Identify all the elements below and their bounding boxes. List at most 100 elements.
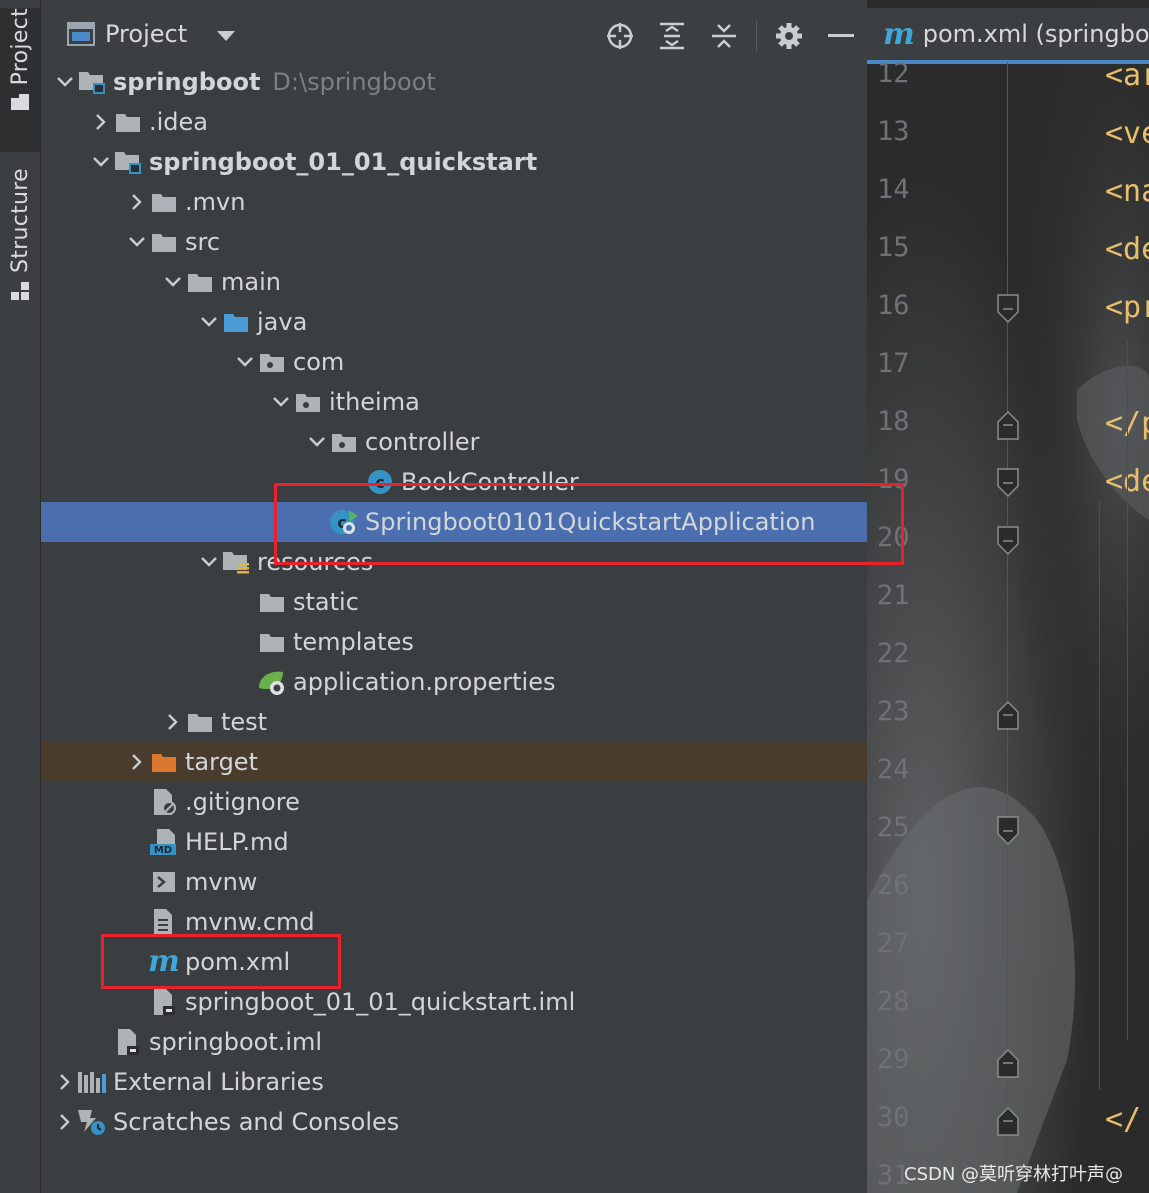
fold-open-icon[interactable] xyxy=(997,816,1019,846)
chevron-down-icon[interactable] xyxy=(125,222,149,262)
code-line[interactable]: <ve xyxy=(1105,116,1149,151)
structure-tool-tab[interactable]: Structure xyxy=(0,168,40,308)
folder-icon xyxy=(185,702,215,742)
libraries-icon xyxy=(77,1062,107,1102)
chevron-down-icon[interactable] xyxy=(215,28,237,47)
chevron-right-icon[interactable] xyxy=(89,102,113,142)
tree-row[interactable]: .mvn xyxy=(41,182,867,222)
source-folder-icon xyxy=(221,302,251,342)
chevron-down-icon[interactable] xyxy=(197,542,221,582)
tree-row[interactable]: application.properties xyxy=(41,662,867,702)
gutter-divider xyxy=(1007,62,1008,1193)
chevron-down-icon[interactable] xyxy=(269,382,293,422)
chevron-down-icon[interactable] xyxy=(305,422,329,462)
highlight-box-application xyxy=(274,483,904,565)
code-line[interactable]: <de xyxy=(1105,232,1149,267)
code-line[interactable]: <na xyxy=(1105,174,1149,209)
gear-icon[interactable] xyxy=(763,16,815,56)
project-tool-tab[interactable]: Project xyxy=(0,8,40,152)
line-number: 26 xyxy=(877,870,910,901)
tree-row[interactable]: main xyxy=(41,262,867,302)
chevron-right-icon[interactable] xyxy=(53,1062,77,1102)
locate-icon[interactable] xyxy=(594,16,646,56)
chevron-down-icon[interactable] xyxy=(197,302,221,342)
tree-row[interactable]: .gitignore xyxy=(41,782,867,822)
chevron-right-icon[interactable] xyxy=(125,742,149,782)
code-line[interactable]: <pr xyxy=(1105,290,1149,325)
hide-icon[interactable] xyxy=(815,16,867,56)
chevron-right-icon[interactable] xyxy=(53,1102,77,1142)
tree-row[interactable]: test xyxy=(41,702,867,742)
ignore-file-icon xyxy=(149,782,179,822)
chevron-down-icon[interactable] xyxy=(233,342,257,382)
line-number: 17 xyxy=(877,348,910,379)
tree-row-label: main xyxy=(221,268,281,296)
fold-open-icon[interactable] xyxy=(997,294,1019,324)
tree-row[interactable]: springboot D:\springboot xyxy=(41,62,867,102)
tree-row[interactable]: target xyxy=(41,742,867,782)
spring-properties-icon xyxy=(257,662,287,702)
chevron-down-icon[interactable] xyxy=(161,262,185,302)
editor-tab-pom[interactable]: m pom.xml (springboot xyxy=(867,8,1149,64)
tree-row[interactable]: springboot_01_01_quickstart xyxy=(41,142,867,182)
fold-close-icon[interactable] xyxy=(997,410,1019,440)
tree-row[interactable]: static xyxy=(41,582,867,622)
tree-row-label: springboot xyxy=(113,68,261,96)
folder-icon xyxy=(149,222,179,262)
tree-row[interactable]: External Libraries xyxy=(41,1062,867,1102)
tree-row[interactable]: MD HELP.md xyxy=(41,822,867,862)
fold-open-icon[interactable] xyxy=(997,526,1019,556)
tree-row[interactable]: src xyxy=(41,222,867,262)
chevron-down-icon[interactable] xyxy=(89,142,113,182)
tree-row-label: com xyxy=(293,348,345,376)
line-number: 14 xyxy=(877,174,910,205)
maven-icon: m xyxy=(883,16,915,52)
chevron-down-icon[interactable] xyxy=(53,62,77,102)
tree-row[interactable]: .idea xyxy=(41,102,867,142)
fold-close-icon[interactable] xyxy=(997,1106,1019,1136)
tree-row-label: java xyxy=(257,308,308,336)
chevron-right-icon[interactable] xyxy=(125,182,149,222)
panel-title[interactable]: Project xyxy=(105,20,187,48)
project-panel: Project springboot D:\springboot .idea spri… xyxy=(41,0,867,1193)
tree-row[interactable]: Scratches and Consoles xyxy=(41,1102,867,1142)
code-line[interactable]: <ar xyxy=(1105,58,1149,93)
folder-icon xyxy=(185,262,215,302)
tree-row[interactable]: springboot.iml xyxy=(41,1022,867,1062)
line-number: 30 xyxy=(877,1102,910,1133)
collapse-all-icon[interactable] xyxy=(698,16,750,56)
excluded-folder-icon xyxy=(149,742,179,782)
tree-row[interactable]: templates xyxy=(41,622,867,662)
tree-row-label: .idea xyxy=(149,108,209,136)
line-number: 22 xyxy=(877,638,910,669)
project-view-icon xyxy=(67,22,95,50)
tree-row-label: External Libraries xyxy=(113,1068,324,1096)
tree-row[interactable]: java xyxy=(41,302,867,342)
chevron-right-icon[interactable] xyxy=(161,702,185,742)
tree-row-label: HELP.md xyxy=(185,828,289,856)
svg-text:MD: MD xyxy=(154,845,172,856)
project-panel-header: Project xyxy=(41,8,867,62)
tree-row[interactable]: controller xyxy=(41,422,867,462)
tree-row-label: Scratches and Consoles xyxy=(113,1108,400,1136)
line-number: 12 xyxy=(877,58,910,89)
line-number: 23 xyxy=(877,696,910,727)
tree-row-label: templates xyxy=(293,628,414,656)
line-number: 25 xyxy=(877,812,910,843)
folder-icon xyxy=(257,582,287,622)
tree-row[interactable]: itheima xyxy=(41,382,867,422)
package-icon xyxy=(293,382,323,422)
tree-row[interactable]: mvnw xyxy=(41,862,867,902)
fold-close-icon[interactable] xyxy=(997,1048,1019,1078)
code-line[interactable]: </ xyxy=(1105,1102,1141,1137)
structure-tool-tab-label: Structure xyxy=(7,168,33,274)
fold-close-icon[interactable] xyxy=(997,700,1019,730)
expand-all-icon[interactable] xyxy=(646,16,698,56)
tree-row[interactable]: com xyxy=(41,342,867,382)
folder-icon xyxy=(257,622,287,662)
fold-open-icon[interactable] xyxy=(997,468,1019,498)
line-number: 16 xyxy=(877,290,910,321)
